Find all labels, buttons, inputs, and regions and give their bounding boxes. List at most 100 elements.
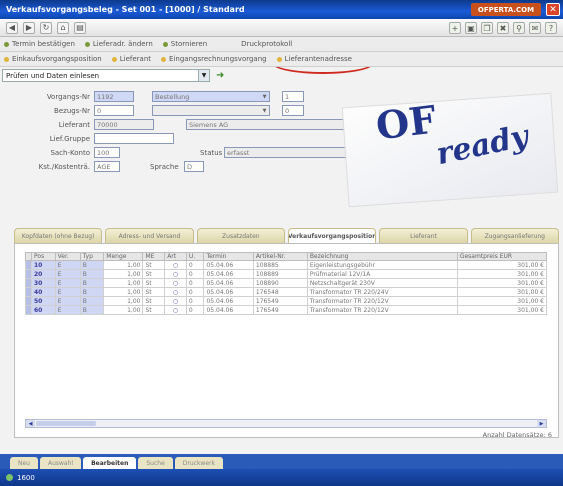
pos-cell: 50: [31, 296, 56, 306]
u-cell: 0: [185, 269, 205, 279]
liefgruppe-field[interactable]: [94, 133, 174, 144]
mail-icon[interactable]: ✉: [529, 22, 541, 34]
tab-zugangsanlieferung[interactable]: Zugangsanlieferung: [470, 228, 559, 243]
art-radio[interactable]: ○: [164, 287, 187, 297]
u-cell: 0: [185, 260, 205, 270]
nav-eingangsrechnungsvorgang[interactable]: Eingangsrechnungsvorgang: [161, 55, 267, 63]
bullet-icon: [4, 41, 9, 47]
detail-tabs: Kopfdaten (ohne Bezug) Adress- und Versa…: [14, 228, 559, 243]
unit-cell: St: [142, 287, 166, 297]
chevron-down-icon[interactable]: ▼: [198, 70, 209, 81]
nav-termin-bestaetigen[interactable]: Termin bestätigen: [4, 40, 75, 48]
kst-label: Kst./Kostenträ.: [38, 163, 90, 171]
scroll-right-icon[interactable]: ▶: [537, 420, 546, 427]
horizontal-scrollbar[interactable]: ◀ ▶: [25, 419, 547, 428]
go-arrow-icon[interactable]: ➜: [216, 70, 224, 81]
unit-cell: St: [142, 278, 166, 288]
column-header[interactable]: Art: [164, 252, 187, 261]
sach-field[interactable]: 100: [94, 147, 120, 158]
back-icon[interactable]: ◀: [6, 21, 18, 34]
refresh-icon[interactable]: ↻: [40, 21, 52, 34]
bottom-tab-bearbeiten[interactable]: Bearbeiten: [83, 457, 137, 469]
date-cell: 05.04.06: [203, 269, 254, 279]
column-header[interactable]: U.: [185, 252, 205, 261]
chevron-down-icon[interactable]: ▼: [260, 106, 269, 115]
nav-stornieren[interactable]: Stornieren: [162, 40, 207, 48]
help-icon[interactable]: ?: [545, 22, 557, 34]
scrollbar-thumb[interactable]: [36, 421, 96, 426]
bullet-icon: [111, 56, 117, 62]
search-icon[interactable]: ⚲: [513, 22, 525, 34]
table-row[interactable]: 20 E B 1,00 St ○ 0 05.04.06 108889 Prüfm…: [25, 269, 548, 279]
status-label: Status: [200, 149, 223, 157]
kst-field[interactable]: AGE: [94, 161, 120, 172]
art-radio[interactable]: ○: [164, 278, 187, 288]
art-radio[interactable]: ○: [164, 305, 187, 315]
nav-lieferant[interactable]: Lieferant: [111, 55, 151, 63]
vorgang-type-select[interactable]: Bestellung ▼: [152, 91, 270, 102]
table-row[interactable]: 40 E B 1,00 St ○ 0 05.04.06 176548 Trans…: [25, 287, 548, 297]
sprache-field[interactable]: D: [184, 161, 204, 172]
price-cell: 301,00 €: [456, 260, 548, 270]
forward-icon[interactable]: ▶: [23, 21, 35, 34]
column-header[interactable]: Bezeichnung: [306, 252, 458, 261]
description-cell: Transformator TR 220/24V: [306, 287, 458, 297]
column-header[interactable]: Termin: [203, 252, 254, 261]
vorgang-number-field[interactable]: 1: [282, 91, 304, 102]
chevron-down-icon[interactable]: ▼: [260, 92, 269, 101]
nav-lieferadresse-aendern[interactable]: Lieferadr. ändern: [84, 40, 153, 48]
status-text: 1600: [17, 473, 35, 482]
home-icon[interactable]: ⌂: [57, 21, 69, 34]
column-header[interactable]: Pos: [31, 252, 56, 261]
bottom-tab-auswahl[interactable]: Auswahl: [39, 457, 82, 469]
table-row[interactable]: 60 E B 1,00 St ○ 0 05.04.06 176549 Trans…: [25, 305, 548, 315]
bezug-extra-field[interactable]: 0: [282, 105, 304, 116]
nav-lieferantenadresse[interactable]: Lieferantenadresse: [276, 55, 352, 63]
print-icon[interactable]: ▤: [74, 21, 86, 34]
nav-druckprotokoll[interactable]: Druckprotokoll: [241, 40, 292, 48]
date-cell: 05.04.06: [203, 296, 254, 306]
article-number-cell: 108885: [252, 260, 308, 270]
nav-einkaufsvorgangsposition[interactable]: Einkaufsvorgangsposition: [4, 55, 102, 63]
delete-icon[interactable]: ✖: [497, 22, 509, 34]
scroll-left-icon[interactable]: ◀: [26, 420, 35, 427]
type-cell: B: [79, 296, 105, 306]
table-row[interactable]: 10 E B 1,00 St ○ 0 05.04.06 108885 Eigen…: [25, 260, 548, 270]
tab-zusatzdaten[interactable]: Zusatzdaten: [196, 228, 285, 243]
price-cell: 301,00 €: [456, 296, 548, 306]
tab-lieferant[interactable]: Lieferant: [379, 228, 468, 243]
column-header[interactable]: ME: [142, 252, 166, 261]
vorgang-field[interactable]: 1192: [94, 91, 134, 102]
tab-kopfdaten[interactable]: Kopfdaten (ohne Bezug): [14, 228, 103, 243]
bezug-field[interactable]: 0: [94, 105, 134, 116]
tab-verkaufsvorgangsposition[interactable]: Verkaufsvorgangsposition: [287, 228, 377, 243]
column-header[interactable]: Artikel-Nr.: [252, 252, 308, 261]
copy-icon[interactable]: ❐: [481, 22, 493, 34]
column-header[interactable]: Menge: [103, 252, 144, 261]
new-icon[interactable]: +: [449, 22, 461, 34]
unit-cell: St: [142, 269, 166, 279]
bezug-type-select[interactable]: ▼: [152, 105, 270, 116]
bottom-tab-neu[interactable]: Neu: [10, 457, 38, 469]
lieferant-label: Lieferant: [58, 121, 90, 129]
bottom-tab-suche[interactable]: Suche: [138, 457, 173, 469]
art-radio[interactable]: ○: [164, 296, 187, 306]
version-cell: E: [54, 287, 81, 297]
action-select[interactable]: Prüfen und Daten einlesen ▼: [2, 69, 210, 82]
bullet-icon: [4, 56, 9, 62]
art-radio[interactable]: ○: [164, 260, 187, 270]
table-row[interactable]: 30 E B 1,00 St ○ 0 05.04.06 108890 Netzs…: [25, 278, 548, 288]
version-cell: E: [54, 296, 81, 306]
save-icon[interactable]: ▣: [465, 22, 477, 34]
lieferant-field[interactable]: 70000: [94, 119, 154, 130]
bottom-tab-druckwerk[interactable]: Druckwerk: [174, 457, 223, 469]
tab-adress-versand[interactable]: Adress- und Versand: [105, 228, 194, 243]
column-header[interactable]: Gesamtpreis EUR: [456, 252, 548, 261]
action-links-row: Termin bestätigen Lieferadr. ändern Stor…: [0, 37, 563, 52]
column-header[interactable]: Typ: [79, 252, 105, 261]
u-cell: 0: [185, 287, 205, 297]
close-button[interactable]: ✕: [546, 3, 560, 16]
table-row[interactable]: 50 E B 1,00 St ○ 0 05.04.06 176549 Trans…: [25, 296, 548, 306]
art-radio[interactable]: ○: [164, 269, 187, 279]
column-header[interactable]: Ver.: [54, 252, 81, 261]
